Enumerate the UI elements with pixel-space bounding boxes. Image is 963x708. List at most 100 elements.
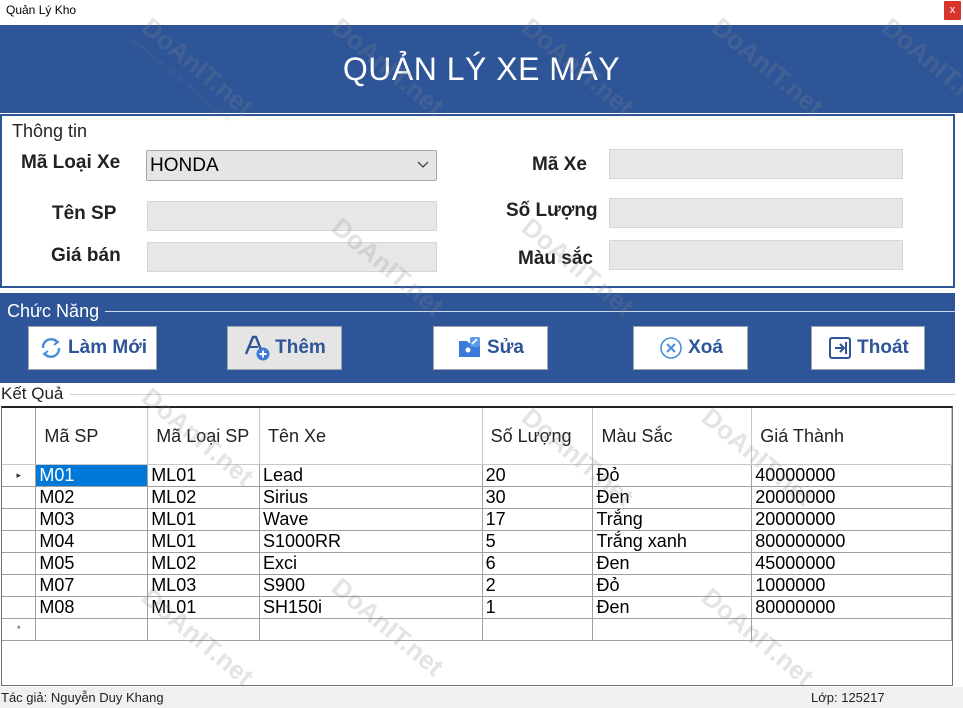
them-button[interactable]: Thêm <box>227 326 342 370</box>
table-cell[interactable]: Đen <box>592 552 753 575</box>
table-cell[interactable]: M04 <box>35 530 149 553</box>
close-button[interactable]: x <box>944 1 961 20</box>
row-header <box>2 596 37 619</box>
table-cell[interactable] <box>35 618 149 641</box>
gia-ban-label: Giá bán <box>51 245 121 266</box>
row-header <box>2 552 37 575</box>
table-cell[interactable]: ML03 <box>147 574 260 597</box>
table-cell[interactable]: ML01 <box>147 464 260 487</box>
col-header-ma-loai-sp[interactable]: Mã Loại SP <box>147 408 260 465</box>
window-title: Quản Lý Kho <box>6 3 77 17</box>
table-cell[interactable]: 30 <box>482 486 594 509</box>
table-cell[interactable]: 800000000 <box>751 530 952 553</box>
row-header <box>2 508 37 531</box>
col-header-ma-sp[interactable]: Mã SP <box>35 408 149 465</box>
table-row[interactable]: M02 ML02 Sirius 30 Đen 20000000 <box>2 486 952 509</box>
table-cell[interactable]: M01 <box>35 464 149 487</box>
ma-loai-xe-label: Mã Loại Xe <box>21 152 121 173</box>
table-cell[interactable]: Sirius <box>259 486 483 509</box>
table-cell[interactable]: 20000000 <box>751 486 952 509</box>
gia-ban-input[interactable] <box>147 242 437 272</box>
results-legend: Kết Quả <box>1 384 64 403</box>
font-add-icon <box>243 334 271 362</box>
ma-loai-xe-select[interactable]: HONDA <box>146 150 437 181</box>
table-cell[interactable]: 2 <box>482 574 594 597</box>
col-header-ten-xe[interactable]: Tên Xe <box>259 408 483 465</box>
table-cell[interactable]: 1 <box>482 596 594 619</box>
so-luong-label: Số Lượng <box>506 200 598 221</box>
table-cell[interactable] <box>592 618 753 641</box>
status-bar: Tác giả: Nguyễn Duy Khang Lớp: 125217 <box>0 687 963 708</box>
table-cell[interactable]: Đỏ <box>592 464 753 487</box>
new-row[interactable]: * <box>2 618 952 641</box>
chevron-down-icon[interactable] <box>417 158 429 172</box>
table-cell[interactable]: Đỏ <box>592 574 753 597</box>
table-cell[interactable] <box>147 618 260 641</box>
ten-sp-input[interactable] <box>147 201 437 231</box>
table-cell[interactable]: 20000000 <box>751 508 952 531</box>
col-header-gia-thanh[interactable]: Giá Thành <box>751 408 952 465</box>
xoa-button[interactable]: Xoá <box>633 326 748 370</box>
ma-xe-input[interactable] <box>609 149 903 179</box>
sua-label: Sửa <box>487 337 524 358</box>
lam-moi-button[interactable]: Làm Mới <box>28 326 157 370</box>
table-cell[interactable]: Đen <box>592 596 753 619</box>
table-row[interactable]: ▸ M01 ML01 Lead 20 Đỏ 40000000 <box>2 464 952 487</box>
table-row[interactable]: M08 ML01 SH150i 1 Đen 80000000 <box>2 596 952 619</box>
table-cell[interactable]: ML02 <box>147 552 260 575</box>
table-cell[interactable]: ML01 <box>147 530 260 553</box>
thoat-button[interactable]: Thoát <box>811 326 925 370</box>
table-cell[interactable]: M02 <box>35 486 149 509</box>
col-header-so-luong[interactable]: Số Lượng <box>482 408 594 465</box>
table-cell[interactable]: Lead <box>259 464 483 487</box>
table-cell[interactable]: M07 <box>35 574 149 597</box>
table-cell[interactable]: M03 <box>35 508 149 531</box>
refresh-icon <box>38 335 64 361</box>
so-luong-input[interactable] <box>609 198 903 228</box>
sua-button[interactable]: Sửa <box>433 326 548 370</box>
table-row[interactable]: M05 ML02 Exci 6 Đen 45000000 <box>2 552 952 575</box>
table-cell[interactable]: M05 <box>35 552 149 575</box>
table-cell[interactable] <box>482 618 594 641</box>
new-row-indicator: * <box>2 618 37 641</box>
table-cell[interactable] <box>751 618 952 641</box>
table-cell[interactable]: ML02 <box>147 486 260 509</box>
table-cell[interactable]: Trắng <box>592 508 753 531</box>
table-row[interactable]: M03 ML01 Wave 17 Trắng 20000000 <box>2 508 952 531</box>
table-cell[interactable]: M08 <box>35 596 149 619</box>
mau-sac-input[interactable] <box>609 240 903 270</box>
lam-moi-label: Làm Mới <box>68 337 147 358</box>
table-cell[interactable]: S900 <box>259 574 483 597</box>
table-cell[interactable]: Trắng xanh <box>592 530 753 553</box>
table-row[interactable]: M07 ML03 S900 2 Đỏ 1000000 <box>2 574 952 597</box>
table-cell[interactable]: 1000000 <box>751 574 952 597</box>
xoa-label: Xoá <box>688 337 723 358</box>
table-cell[interactable]: SH150i <box>259 596 483 619</box>
table-cell[interactable]: Đen <box>592 486 753 509</box>
table-cell[interactable]: 20 <box>482 464 594 487</box>
results-divider <box>70 394 955 395</box>
results-grid[interactable]: Mã SP Mã Loại SP Tên Xe Số Lượng Màu Sắc… <box>1 406 953 686</box>
table-cell[interactable] <box>259 618 483 641</box>
table-cell[interactable]: ML01 <box>147 508 260 531</box>
exit-icon <box>827 335 853 361</box>
table-row[interactable]: M04 ML01 S1000RR 5 Trắng xanh 800000000 <box>2 530 952 553</box>
table-cell[interactable]: 17 <box>482 508 594 531</box>
app-window: Quản Lý Kho x QUẢN LÝ XE MÁY Thông tin M… <box>0 0 963 708</box>
table-cell[interactable]: ML01 <box>147 596 260 619</box>
thoat-label: Thoát <box>857 337 909 358</box>
table-cell[interactable]: 45000000 <box>751 552 952 575</box>
row-indicator: ▸ <box>2 464 37 487</box>
page-title: QUẢN LÝ XE MÁY <box>342 51 621 87</box>
table-cell[interactable]: 6 <box>482 552 594 575</box>
table-cell[interactable]: Wave <box>259 508 483 531</box>
table-cell[interactable]: Exci <box>259 552 483 575</box>
mau-sac-label: Màu sắc <box>518 248 593 269</box>
table-cell[interactable]: 5 <box>482 530 594 553</box>
col-header-mau-sac[interactable]: Màu Sắc <box>592 408 753 465</box>
header-banner: QUẢN LÝ XE MÁY <box>0 25 963 113</box>
table-cell[interactable]: S1000RR <box>259 530 483 553</box>
function-divider <box>105 311 955 312</box>
table-cell[interactable]: 80000000 <box>751 596 952 619</box>
table-cell[interactable]: 40000000 <box>751 464 952 487</box>
